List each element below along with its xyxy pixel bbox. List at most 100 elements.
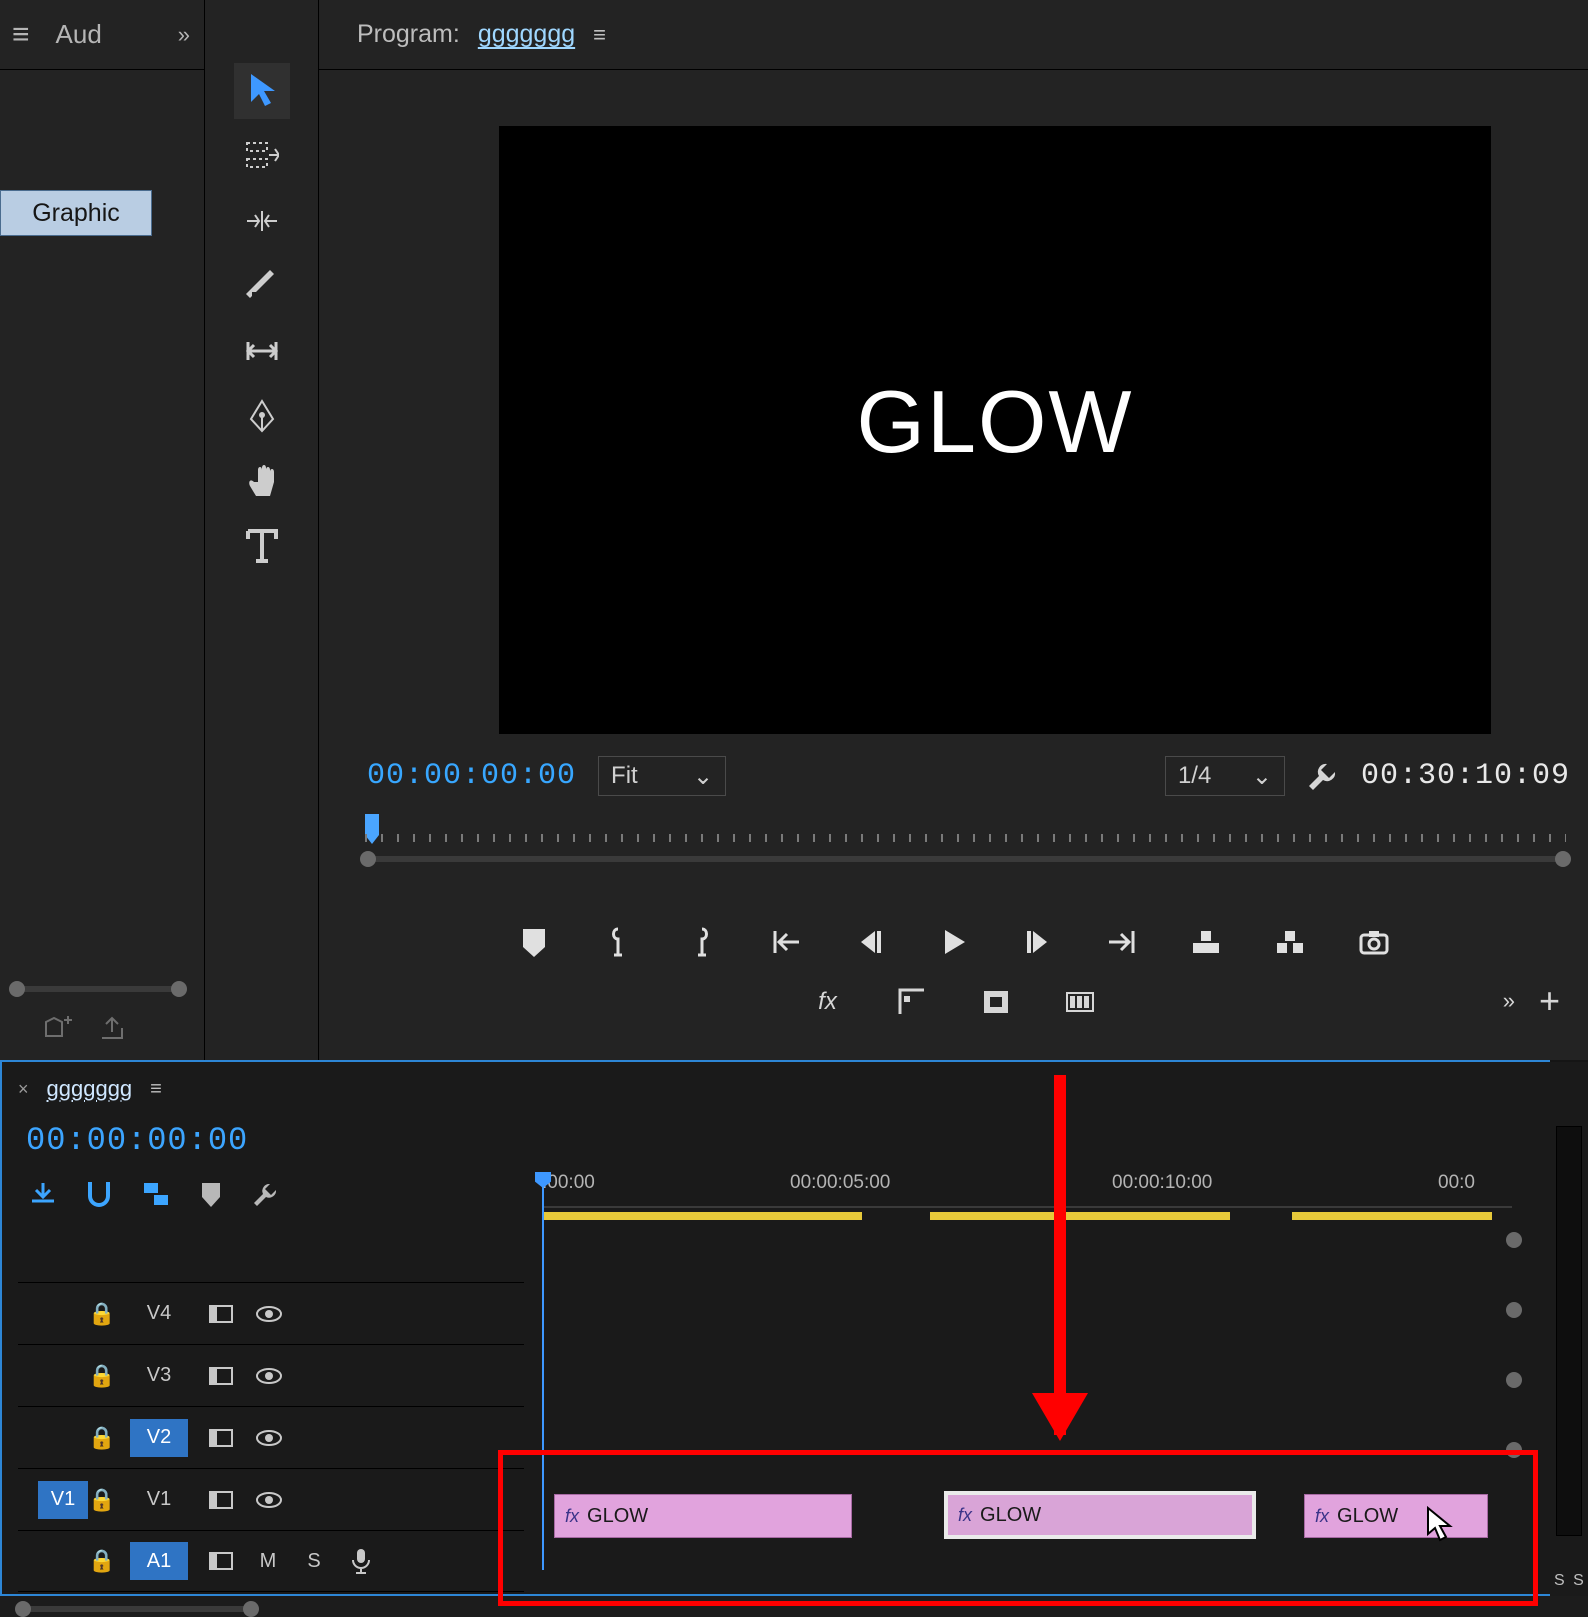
step-back-button[interactable] [850,922,890,962]
proxy-toggle-button[interactable] [1060,982,1100,1022]
chevron-right-double-icon[interactable]: » [1503,988,1515,1014]
timeline-clip[interactable]: fx GLOW [1304,1494,1488,1538]
lock-icon[interactable]: 🔒 [88,1425,112,1451]
program-sequence-name[interactable]: ggggggg [478,20,575,49]
ruler-mark: 00:0 [1438,1172,1475,1194]
track-target-a1[interactable]: A1 [130,1542,188,1580]
track-header-area: 🔒 V4 🔒 V3 🔒 V2 V1 🔒 V1 🔒 [18,1282,524,1592]
program-in-timecode[interactable]: 00:00:00:00 [367,759,576,793]
timeline-vscroll[interactable] [1506,1232,1526,1572]
voiceover-record-icon[interactable] [346,1546,376,1576]
chevron-right-double-icon[interactable]: » [178,22,190,48]
pen-tool[interactable] [234,388,290,444]
step-forward-button[interactable] [1018,922,1058,962]
mark-out-button[interactable] [682,922,722,962]
snap-icon[interactable] [86,1180,112,1208]
timeline-sequence-tab[interactable]: ggggggg [47,1076,133,1102]
comparison-view-button[interactable] [892,982,932,1022]
timeline-wrench-icon[interactable] [252,1180,280,1208]
panel-menu-icon[interactable]: ≡ [150,1078,162,1101]
toggle-sync-lock-icon[interactable] [206,1546,236,1576]
new-item-icon[interactable] [44,1016,72,1040]
insert-overwrite-icon[interactable] [30,1181,56,1207]
selection-tool[interactable] [234,63,290,119]
lock-icon[interactable]: 🔒 [88,1487,112,1513]
slider-knob-left[interactable] [9,981,25,997]
razor-tool[interactable] [234,258,290,314]
play-button[interactable] [934,922,974,962]
panel-menu-icon[interactable]: ≡ [593,22,606,48]
track-target-v1[interactable]: V1 [130,1481,188,1519]
type-tool[interactable] [234,518,290,574]
timeline-clips-area[interactable]: fx GLOW fx GLOW fx GLOW [542,1458,1494,1574]
zoom-fit-dropdown[interactable]: Fit ⌄ [598,756,726,796]
toggle-sync-lock-icon[interactable] [206,1423,236,1453]
source-patch-v1[interactable]: V1 [38,1481,88,1519]
timeline-playhead-timecode[interactable]: 00:00:00:00 [26,1122,248,1159]
left-zoom-slider[interactable] [14,986,182,992]
solo-button[interactable]: S [300,1550,328,1573]
program-header: Program: ggggggg ≡ [319,0,1588,70]
toggle-track-output-icon[interactable] [254,1423,284,1453]
export-icon[interactable] [100,1016,126,1040]
button-editor-plus-icon[interactable]: + [1539,980,1560,1022]
lock-icon[interactable]: 🔒 [88,1363,112,1389]
program-zoom-slider[interactable] [365,856,1566,862]
ripple-edit-tool[interactable] [234,193,290,249]
lift-button[interactable] [1186,922,1226,962]
timeline-ruler[interactable]: :00:00 00:00:05:00 00:00:10:00 00:0 [542,1172,1512,1216]
work-area-bar[interactable] [930,1212,1230,1220]
track-target-v3[interactable]: V3 [130,1357,188,1395]
go-to-out-button[interactable] [1102,922,1142,962]
toggle-track-output-icon[interactable] [254,1299,284,1329]
slider-knob-left[interactable] [15,1601,31,1617]
track-row-v1: V1 🔒 V1 [18,1468,524,1530]
slider-knob-right[interactable] [1555,851,1571,867]
extract-button[interactable] [1270,922,1310,962]
slip-tool[interactable] [234,323,290,379]
toggle-sync-lock-icon[interactable] [206,1299,236,1329]
program-viewer[interactable]: GLOW [499,126,1491,734]
slider-knob-right[interactable] [243,1601,259,1617]
fx-button[interactable]: fx [808,982,848,1022]
hamburger-icon[interactable]: ≡ [12,18,30,52]
slider-knob-left[interactable] [360,851,376,867]
program-scrubbar[interactable] [365,820,1566,876]
timeline-zoom-slider[interactable] [20,1606,254,1612]
track-target-v4[interactable]: V4 [130,1295,188,1333]
toggle-sync-lock-icon[interactable] [206,1485,236,1515]
mute-button[interactable]: M [254,1550,282,1573]
clip-label: GLOW [980,1504,1041,1527]
slider-knob-right[interactable] [171,981,187,997]
program-controls-row: 00:00:00:00 Fit ⌄ 1/4 ⌄ 00:30:10:09 [367,756,1570,796]
left-tab-aud[interactable]: Aud [56,19,102,50]
lock-icon[interactable]: 🔒 [88,1548,112,1574]
add-marker-button[interactable] [514,922,554,962]
work-area-bar[interactable] [542,1212,862,1220]
playback-resolution-dropdown[interactable]: 1/4 ⌄ [1165,756,1285,796]
mark-in-button[interactable] [598,922,638,962]
fx-badge-icon: fx [1315,1506,1329,1527]
close-tab-icon[interactable]: × [18,1079,29,1100]
lock-icon[interactable]: 🔒 [88,1301,112,1327]
program-ruler[interactable] [365,834,1566,842]
audio-meter[interactable] [1556,1126,1582,1536]
go-to-in-button[interactable] [766,922,806,962]
toggle-sync-lock-icon[interactable] [206,1361,236,1391]
work-area-bar[interactable] [1292,1212,1492,1220]
toggle-track-output-icon[interactable] [254,1485,284,1515]
track-target-v2[interactable]: V2 [130,1419,188,1457]
timeline-clip[interactable]: fx GLOW [554,1494,852,1538]
timeline-clip-selected[interactable]: fx GLOW [944,1491,1256,1539]
safe-margins-button[interactable] [976,982,1016,1022]
track-select-tool[interactable] [234,128,290,184]
linked-selection-icon[interactable] [142,1181,170,1207]
tab-graphic[interactable]: Graphic [0,190,152,236]
program-out-timecode: 00:30:10:09 [1361,759,1570,793]
settings-wrench-icon[interactable] [1307,760,1339,792]
marker-icon[interactable] [200,1181,222,1207]
tool-palette [205,0,319,1060]
hand-tool[interactable] [234,453,290,509]
toggle-track-output-icon[interactable] [254,1361,284,1391]
export-frame-button[interactable] [1354,922,1394,962]
